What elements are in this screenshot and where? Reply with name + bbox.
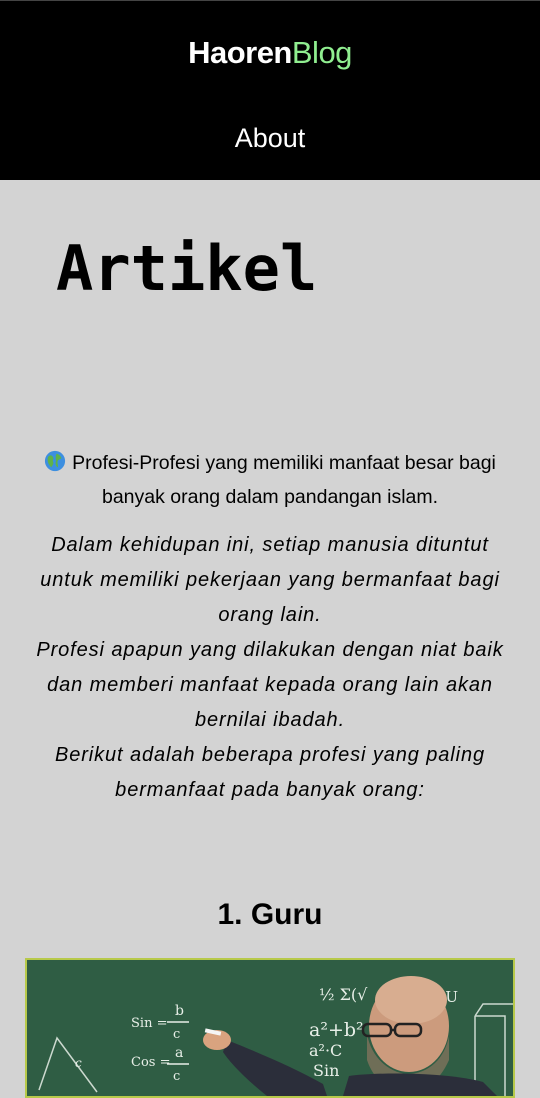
chalk-side-c: c — [75, 1056, 82, 1070]
intro-line: Berikut adalah beberapa profesi yang pal… — [54, 744, 486, 766]
chalk-formula-1: a²+b² — [309, 1019, 364, 1041]
chalk-cos-num: a — [175, 1045, 183, 1061]
intro-line: bernilai ibadah. — [194, 709, 346, 731]
article-title-line: Profesi-Profesi yang memiliki manfaat be… — [8, 446, 532, 480]
teacher-chalkboard-illustration: c Sin = b c Cos = a c ½ Σ(√ )=U a²+b² a²… — [27, 960, 513, 1096]
chalk-sin-label: Sin = — [131, 1016, 167, 1031]
globe-icon — [45, 450, 66, 472]
article-title-text-2: banyak orang dalam pandangan islam. — [101, 486, 439, 508]
intro-line: untuk memiliki pekerjaan yang bermanfaat… — [40, 569, 500, 591]
chalk-sin-num: b — [175, 1003, 184, 1019]
intro-line: Dalam kehidupan ini, setiap manusia ditu… — [51, 534, 489, 556]
chalk-cos-label: Cos = — [131, 1055, 170, 1070]
intro-line: dan memberi manfaat kepada orang lain ak… — [47, 674, 493, 696]
article-intro: Dalam kehidupan ini, setiap manusia ditu… — [0, 528, 540, 808]
nav-link-about[interactable]: About — [0, 123, 540, 154]
chalk-formula-3: Sin — [313, 1061, 339, 1080]
chalk-formula-top: ½ Σ(√ — [319, 985, 368, 1004]
article-title-text-1: Profesi-Profesi yang memiliki manfaat be… — [72, 452, 496, 474]
chalk-cos-den: c — [173, 1069, 180, 1084]
site-header: HaorenBlog About — [0, 0, 540, 180]
intro-line: bermanfaat pada banyak orang: — [115, 779, 425, 801]
brand-main: Haoren — [188, 35, 292, 70]
guru-image: c Sin = b c Cos = a c ½ Σ(√ )=U a²+b² a²… — [25, 958, 515, 1098]
article-title: Profesi-Profesi yang memiliki manfaat be… — [8, 446, 532, 514]
chalk-formula-2: a²·C — [309, 1041, 342, 1060]
page-title: Artikel — [56, 232, 318, 305]
intro-line: Profesi apapun yang dilakukan dengan nia… — [36, 639, 504, 661]
intro-line: orang lain. — [218, 604, 322, 626]
brand-accent: Blog — [291, 35, 353, 70]
chalk-sin-den: c — [173, 1027, 180, 1042]
section-heading-guru: 1. Guru — [217, 898, 323, 931]
site-logo[interactable]: HaorenBlog — [0, 35, 540, 71]
